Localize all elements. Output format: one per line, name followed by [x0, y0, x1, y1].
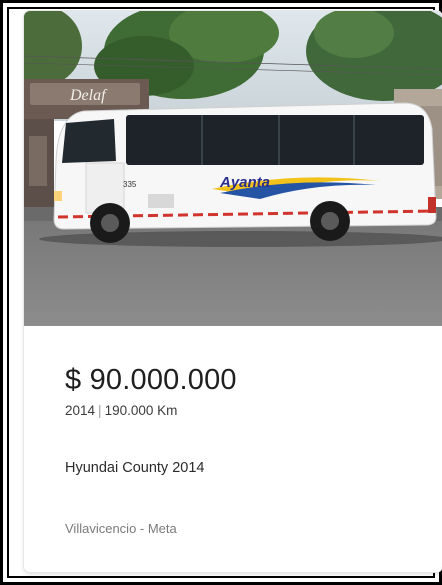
listing-specs: 2014 | 190.000 Km — [65, 403, 177, 418]
svg-text:Ayanta: Ayanta — [219, 174, 270, 191]
specs-separator: | — [98, 403, 102, 418]
svg-text:335: 335 — [123, 180, 137, 189]
listing-title[interactable]: Hyundai County 2014 — [65, 460, 204, 476]
listing-location: Villavicencio - Meta — [65, 521, 177, 536]
storefront-sign-text: Delaf — [69, 87, 108, 104]
listing-price: $ 90.000.000 — [65, 364, 237, 396]
bus-photo-image: Delaf Ayanta 335 — [24, 11, 442, 326]
listing-mileage: 190.000 Km — [104, 403, 178, 418]
listing-card[interactable]: Delaf Ayanta 335 $ 90.000.000 2014 | 190… — [24, 11, 442, 572]
listing-year: 2014 — [65, 403, 96, 418]
listing-photo[interactable]: Delaf Ayanta 335 — [24, 11, 442, 326]
